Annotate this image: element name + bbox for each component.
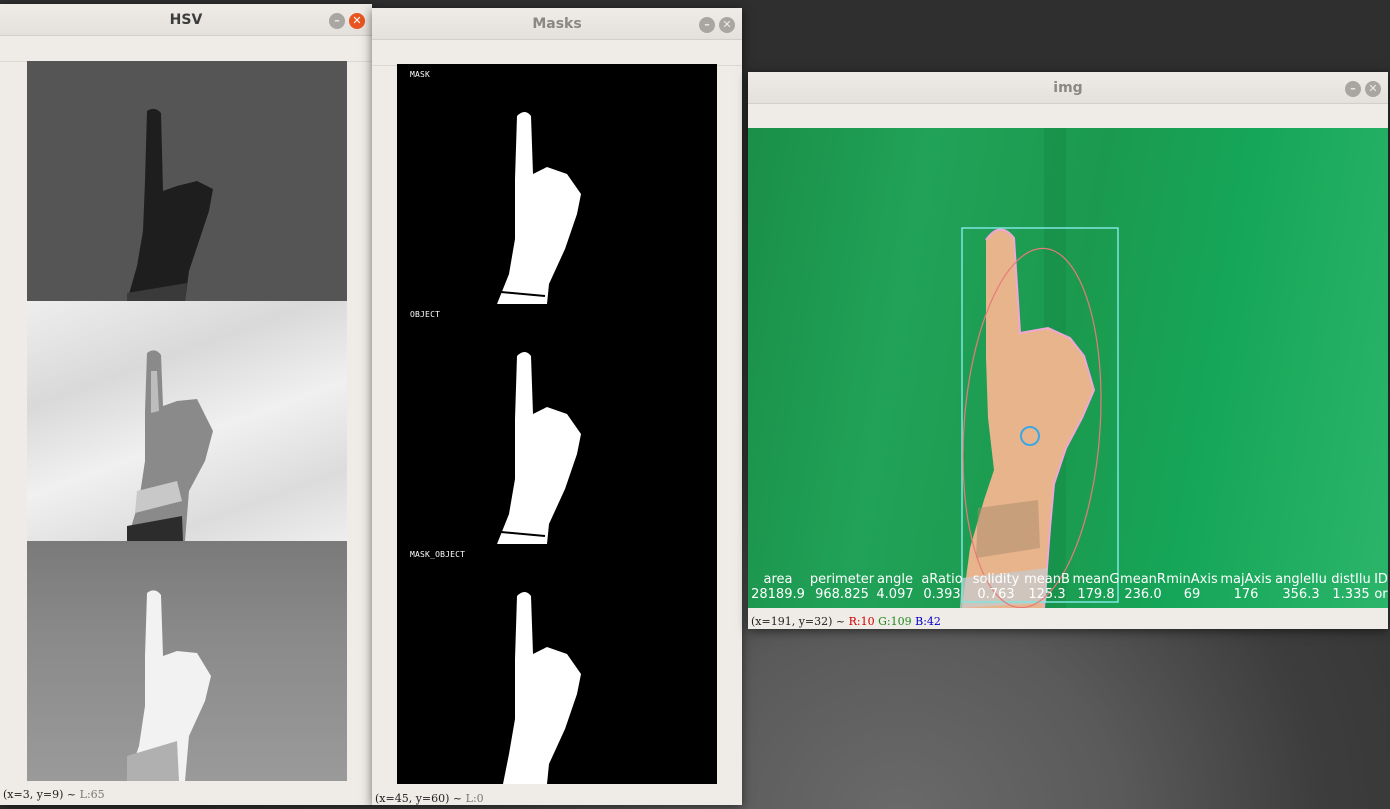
- window-title: img: [1053, 80, 1083, 96]
- status-coords: (x=191, y=32) ~: [751, 615, 846, 628]
- stat-value: 356.3: [1282, 587, 1320, 602]
- minimize-icon[interactable]: –: [329, 13, 345, 29]
- stat-value: 125.3: [1028, 587, 1066, 602]
- stat-header: angleIlu: [1275, 572, 1327, 587]
- stat-value: 28189.9: [751, 587, 805, 602]
- stat-header: solidity: [972, 572, 1020, 587]
- status-bar: (x=191, y=32) ~ R:10 G:109 B:42: [751, 615, 941, 628]
- titlebar[interactable]: img – ✕: [748, 72, 1388, 104]
- stat-value: 176: [1233, 587, 1259, 602]
- object-image[interactable]: OBJECT: [397, 304, 717, 544]
- window-masks[interactable]: Masks – ✕ MASK OBJECT MASK_OBJECT (x=45,…: [372, 8, 742, 805]
- close-icon[interactable]: ✕: [1365, 81, 1381, 97]
- status-bar: (x=3, y=9) ~ L:65: [3, 788, 105, 801]
- hue-channel-image[interactable]: [27, 61, 347, 301]
- value-channel-image[interactable]: [27, 541, 347, 781]
- status-bar: (x=45, y=60) ~ L:0: [375, 792, 484, 805]
- stat-header: meanR: [1120, 572, 1166, 587]
- window-hsv[interactable]: HSV – ✕ (x=3, y=9) ~ L:65: [0, 4, 372, 805]
- close-icon[interactable]: ✕: [349, 13, 365, 29]
- status-coords: (x=45, y=60) ~: [375, 792, 463, 805]
- stat-header: area: [763, 572, 793, 587]
- stat-header: aRatio: [921, 572, 963, 587]
- minimize-icon[interactable]: –: [1345, 81, 1361, 97]
- camera-image[interactable]: area perimeter angle aRatio solidity mea…: [748, 128, 1388, 608]
- stat-header: meanB: [1024, 572, 1070, 587]
- mask-label: MASK: [410, 70, 431, 79]
- status-value: L:0: [465, 792, 484, 805]
- window-title: HSV: [169, 12, 203, 28]
- stats-values-row: 28189.9 968.825 4.097 0.393 0.763 125.3 …: [748, 587, 1388, 602]
- stat-header: perimeter: [809, 572, 875, 587]
- object-label: OBJECT: [410, 310, 441, 319]
- stats-headers-row: area perimeter angle aRatio solidity mea…: [748, 572, 1388, 587]
- status-red: R:10: [848, 615, 875, 628]
- mask-object-label: MASK_OBJECT: [410, 550, 466, 559]
- stat-header: distIlu: [1331, 572, 1371, 587]
- status-green: G:109: [878, 615, 912, 628]
- mask-image[interactable]: MASK: [397, 64, 717, 304]
- toolbar: [372, 40, 742, 66]
- stat-header: meanG: [1072, 572, 1120, 587]
- stat-header: ID: [1374, 572, 1388, 587]
- stat-value: 69: [1183, 587, 1201, 602]
- stat-value: or: [1374, 587, 1388, 602]
- toolbar: [748, 104, 1388, 130]
- window-title: Masks: [532, 16, 582, 32]
- stat-value: 179.8: [1077, 587, 1115, 602]
- window-img[interactable]: img – ✕ area perimeter angle aRatio soli…: [748, 72, 1388, 629]
- stat-value: 0.763: [977, 587, 1015, 602]
- status-value: L:65: [79, 788, 105, 801]
- stat-header: minAxis: [1166, 572, 1218, 587]
- stat-header: majAxis: [1220, 572, 1272, 587]
- stat-header: angle: [876, 572, 914, 587]
- status-blue: B:42: [915, 615, 941, 628]
- titlebar[interactable]: HSV – ✕: [0, 4, 372, 36]
- stat-value: 0.393: [923, 587, 961, 602]
- minimize-icon[interactable]: –: [699, 17, 715, 33]
- stat-value: 236.0: [1124, 587, 1162, 602]
- stat-value: 4.097: [876, 587, 914, 602]
- status-coords: (x=3, y=9) ~: [3, 788, 77, 801]
- toolbar: [0, 36, 372, 62]
- saturation-channel-image[interactable]: [27, 301, 347, 541]
- mask-object-image[interactable]: MASK_OBJECT: [397, 544, 717, 784]
- close-icon[interactable]: ✕: [719, 17, 735, 33]
- stat-value: 1.335: [1332, 587, 1370, 602]
- stat-value: 968.825: [815, 587, 869, 602]
- titlebar[interactable]: Masks – ✕: [372, 8, 742, 40]
